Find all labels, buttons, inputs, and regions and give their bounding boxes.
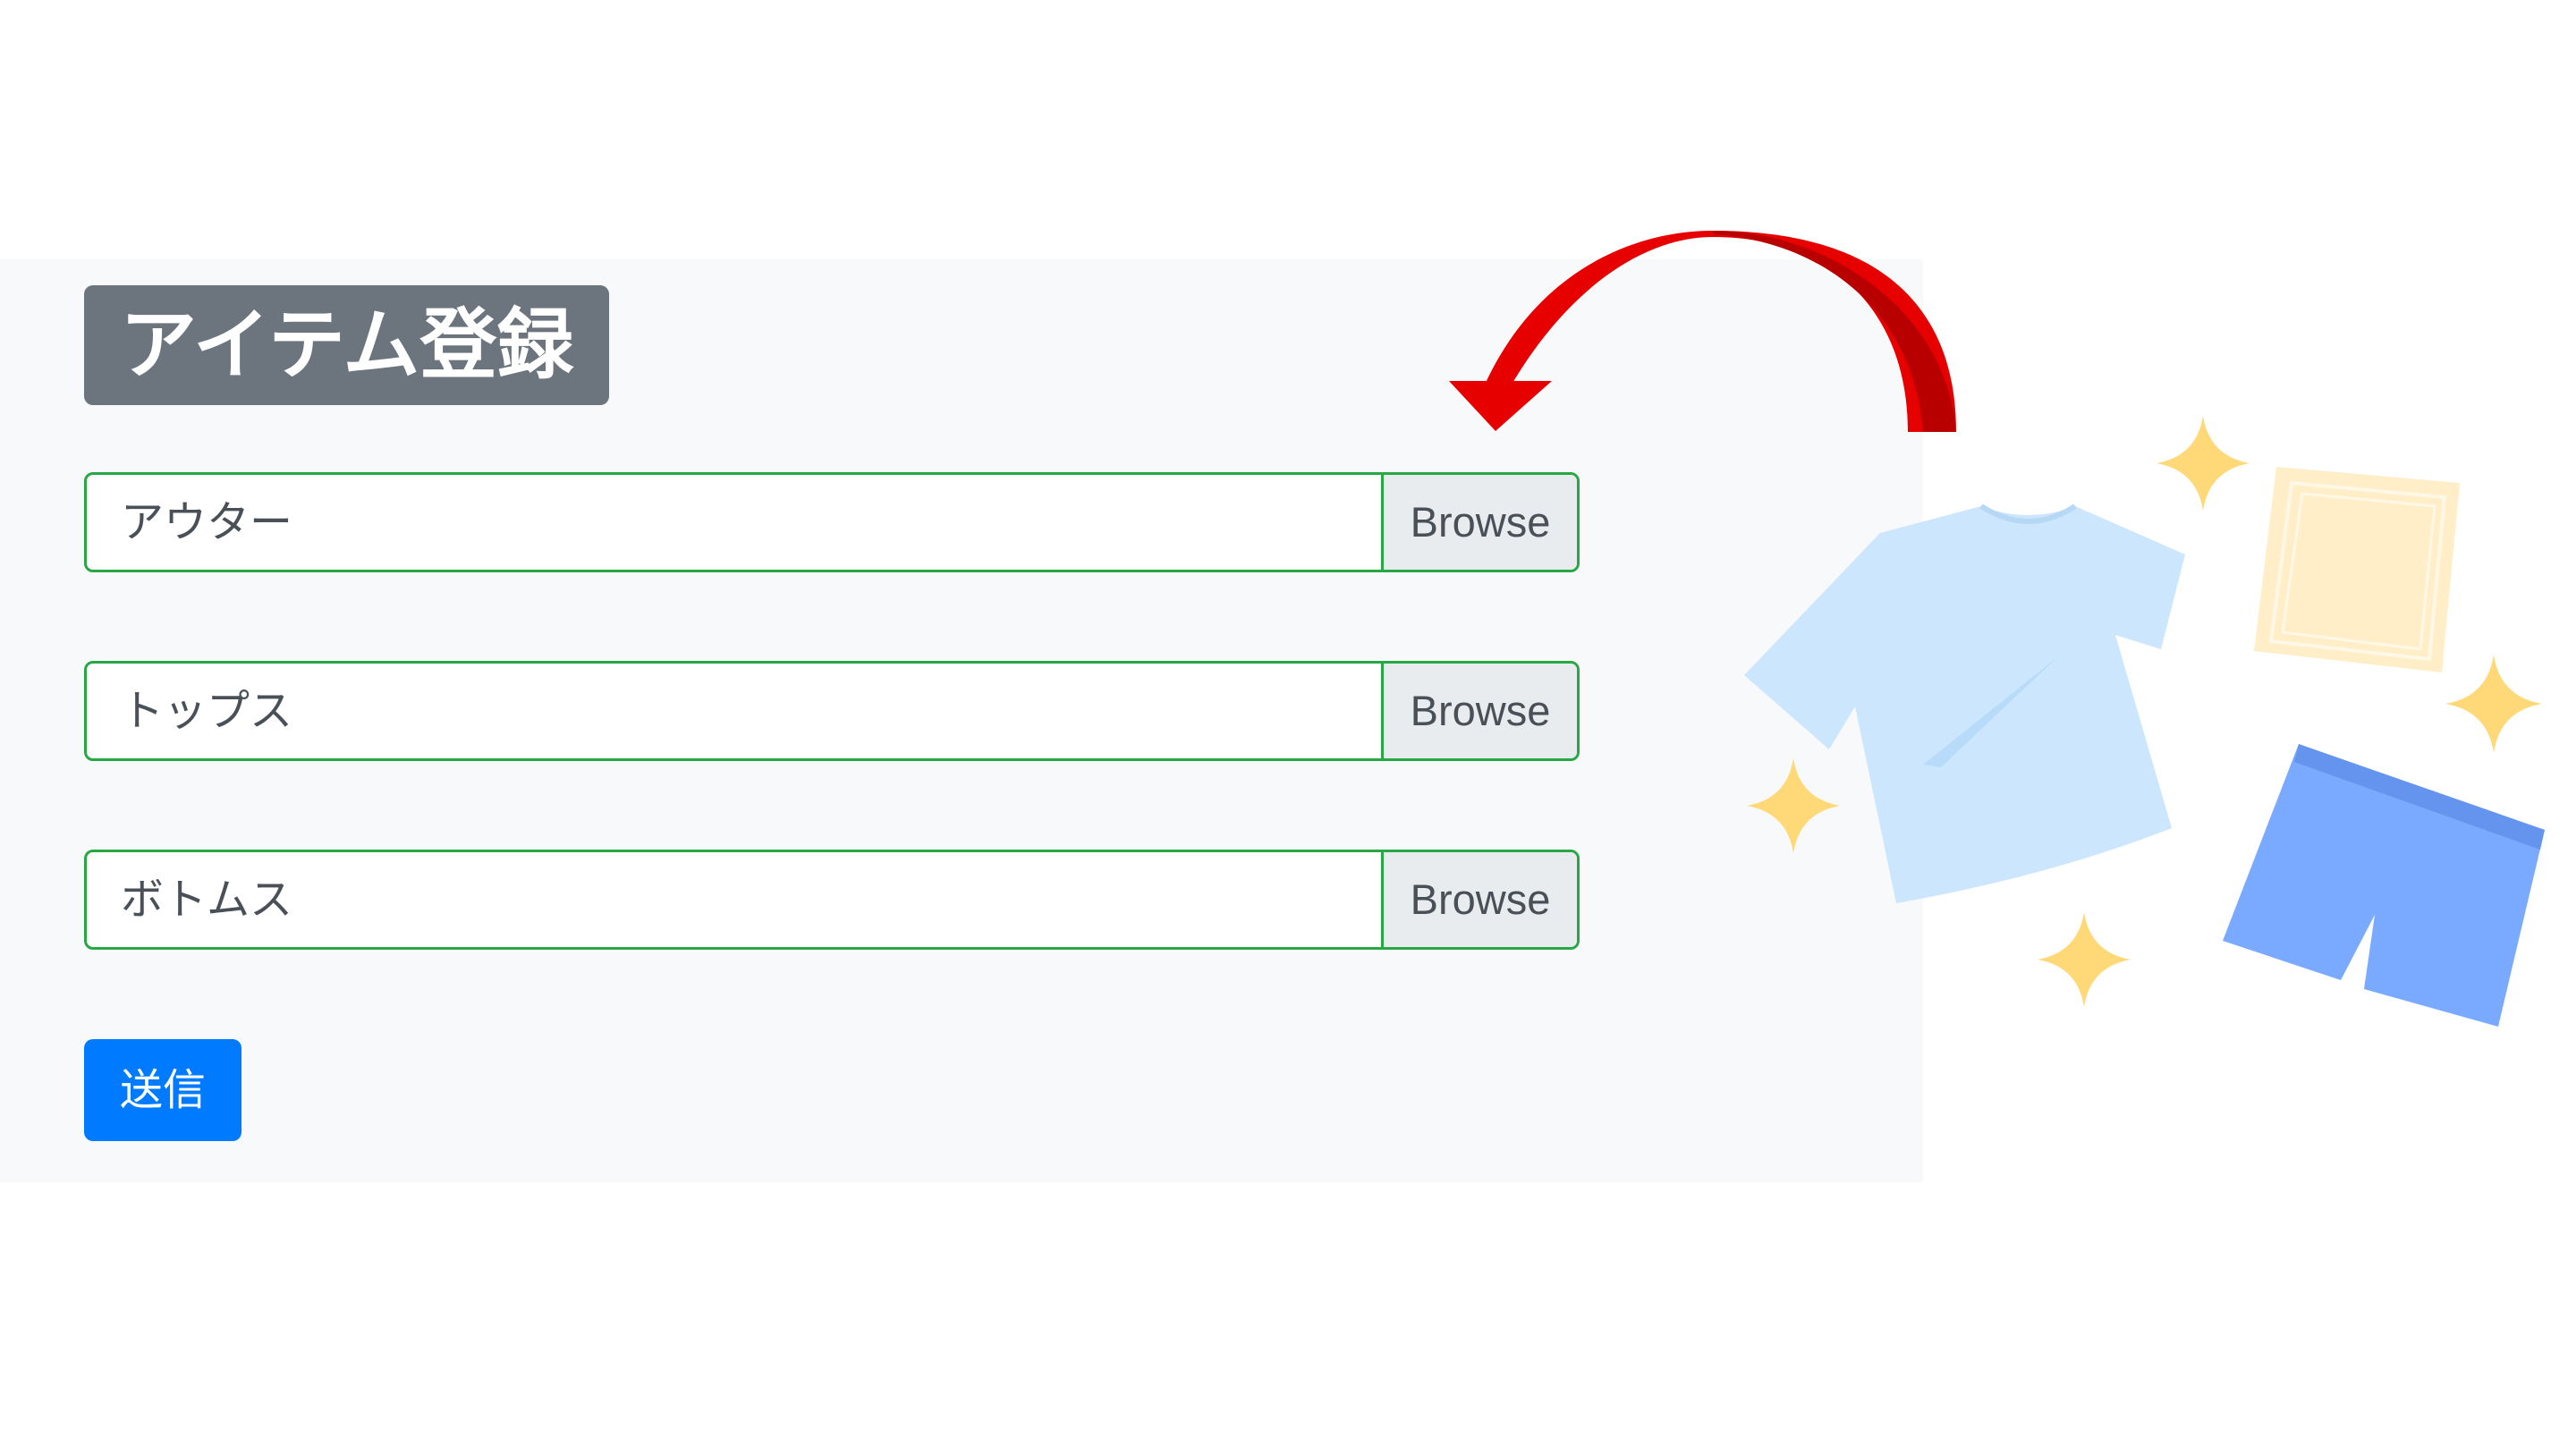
page-title: アイテム登録 — [84, 285, 610, 405]
towel-icon — [2254, 467, 2460, 672]
file-input-tops[interactable]: トップス Browse — [84, 661, 1580, 761]
item-registration-panel: アイテム登録 アウター Browse トップス Browse ボトムス Brow… — [0, 259, 1923, 1182]
file-input-label: トップス — [121, 686, 293, 736]
browse-button[interactable]: Browse — [1381, 852, 1577, 947]
file-input-label: ボトムス — [121, 875, 293, 925]
shorts-icon — [2223, 744, 2545, 1027]
file-input-label: アウター — [121, 497, 293, 547]
file-input-bottoms[interactable]: ボトムス Browse — [84, 850, 1580, 950]
file-input-outer[interactable]: アウター Browse — [84, 472, 1580, 572]
submit-button[interactable]: 送信 — [84, 1039, 242, 1141]
browse-button[interactable]: Browse — [1381, 475, 1577, 570]
browse-button[interactable]: Browse — [1381, 664, 1577, 758]
